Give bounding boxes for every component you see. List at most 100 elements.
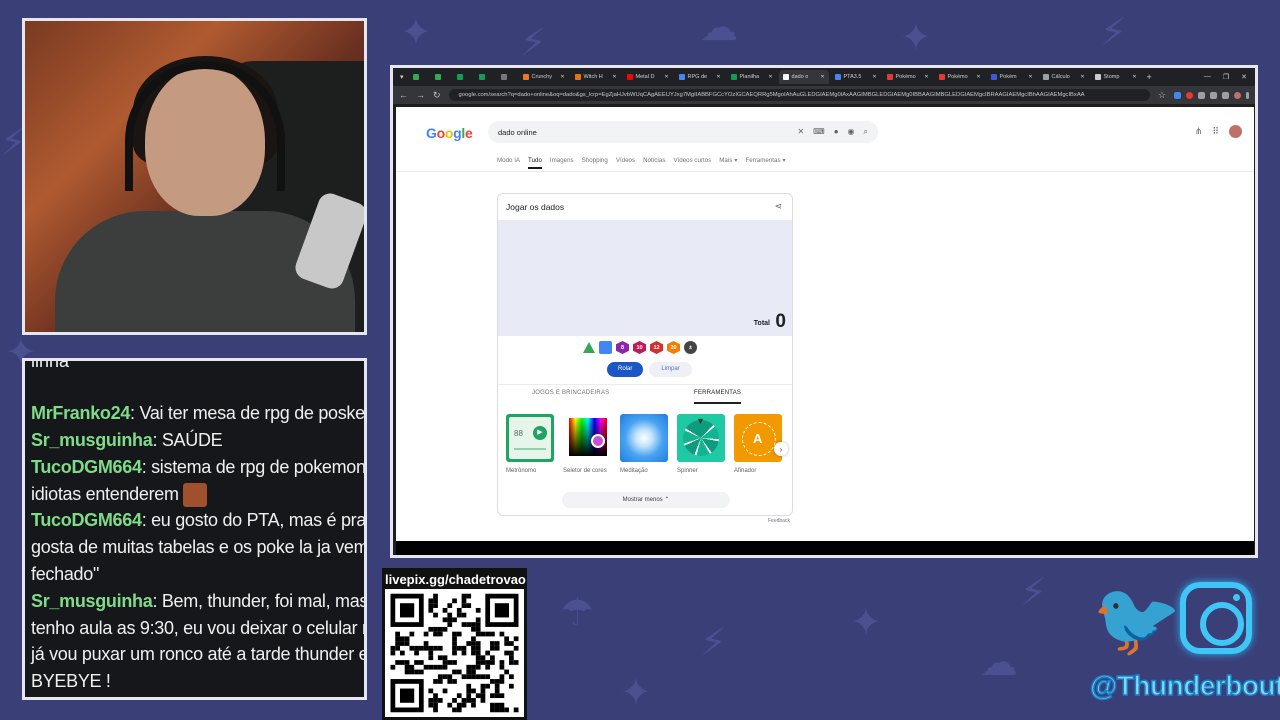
die-option[interactable]: 10 [633, 341, 646, 354]
browser-tab[interactable] [475, 70, 495, 84]
roll-button[interactable]: Rolar [607, 362, 644, 377]
google-logo[interactable]: Google [426, 125, 473, 141]
keyboard-icon[interactable]: ⌨ [813, 127, 825, 137]
tab-imagens[interactable]: Imagens [550, 157, 574, 169]
tab-tudo[interactable]: Tudo [528, 157, 542, 169]
new-tab-icon[interactable]: + [1143, 72, 1156, 82]
tab-favicon-icon [938, 74, 945, 80]
die-option[interactable]: 20 [667, 341, 680, 354]
browser-tab[interactable] [431, 70, 451, 84]
tab-shopping[interactable]: Shopping [582, 157, 608, 169]
feedback-link[interactable]: Feedback [768, 518, 790, 524]
tab-close-icon[interactable]: ✕ [924, 74, 928, 80]
download-icon[interactable] [1222, 91, 1229, 99]
tab-notícias[interactable]: Notícias [643, 157, 665, 169]
tab-close-icon[interactable]: ✕ [976, 74, 980, 80]
profile-avatar[interactable] [1234, 91, 1241, 99]
chat-fragment: linha [31, 358, 70, 371]
lens-icon[interactable]: ◉ [848, 127, 855, 137]
die-option[interactable] [599, 341, 612, 354]
chat-username[interactable]: Sr_musguinha [31, 430, 153, 450]
bookmark-star-icon[interactable]: ☆ [1158, 90, 1166, 101]
browser-tab[interactable]: Planilha ✕ [727, 70, 777, 84]
chat-username[interactable]: TucoDGM664 [31, 457, 142, 477]
tab-vídeos-curtos[interactable]: Vídeos curtos [673, 157, 711, 169]
browser-tab[interactable]: Pokémo ✕ [935, 70, 985, 84]
browser-tab[interactable]: Metal D ✕ [623, 70, 673, 84]
tab-vídeos[interactable]: Vídeos [616, 157, 635, 169]
tab-list-icon[interactable]: ▾ [397, 73, 407, 81]
tab-bar: ▾ Crunchy ✕ Witch H ✕ Metal D ✕ RPG de ✕ Planilh… [393, 68, 1255, 86]
search-icon[interactable]: ⌕ [864, 127, 868, 137]
tab-close-icon[interactable]: ✕ [1080, 74, 1084, 80]
chat-username[interactable]: Sr_musguinha [31, 591, 153, 611]
extensions-puzzle-icon[interactable] [1210, 91, 1217, 99]
tab-label: Pokémo [947, 74, 968, 80]
tab-close-icon[interactable]: ✕ [612, 74, 616, 80]
tab-close-icon[interactable]: ✕ [1028, 74, 1032, 80]
tab-ferramentas[interactable]: Ferramentas [745, 157, 780, 169]
show-less-button[interactable]: Mostrar menos ⌃ [562, 492, 730, 508]
die-option[interactable] [582, 341, 595, 354]
forward-icon[interactable]: → [416, 90, 425, 100]
die-option[interactable]: ± [684, 341, 697, 354]
browser-tab[interactable]: Stomp ✕ [1091, 70, 1141, 84]
tab-close-icon[interactable]: ✕ [664, 74, 668, 80]
browser-tab[interactable]: Pokémo ✕ [883, 70, 933, 84]
minimize-icon[interactable]: — [1204, 73, 1211, 81]
search-box[interactable]: dado online ✕ ⌨ ● ◉ ⌕ [488, 121, 878, 143]
browser-tab[interactable]: dado o ✕ [778, 70, 829, 84]
tab-close-icon[interactable]: ✕ [820, 74, 824, 80]
tool-meditation[interactable]: Meditação [620, 414, 668, 474]
extension-icon[interactable] [1198, 91, 1205, 99]
clear-button[interactable]: Limpar [649, 362, 692, 377]
carousel-next-icon[interactable]: › [774, 442, 788, 456]
account-avatar[interactable] [1229, 125, 1242, 138]
tab-close-icon[interactable]: ✕ [872, 74, 876, 80]
die-option[interactable]: 12 [650, 341, 663, 354]
tab-games[interactable]: JOGOS E BRINCADEIRAS [532, 390, 609, 396]
reload-icon[interactable]: ↻ [433, 90, 441, 101]
close-window-icon[interactable]: ✕ [1241, 73, 1247, 81]
browser-tab[interactable] [453, 70, 473, 84]
tab-mais[interactable]: Mais [719, 157, 732, 169]
tool-color-picker[interactable]: Seletor de cores [563, 414, 611, 474]
apps-grid-icon[interactable]: ⠿ [1212, 126, 1219, 137]
chevron-up-icon: ⌃ [664, 497, 670, 503]
chat-username[interactable]: MrFranko24 [31, 403, 130, 423]
maximize-icon[interactable]: ❐ [1223, 73, 1229, 81]
tab-close-icon[interactable]: ✕ [1132, 74, 1136, 80]
search-input[interactable]: dado online [498, 128, 797, 137]
extension-icon[interactable] [1174, 91, 1181, 99]
share-icon[interactable]: ⋔ [1195, 126, 1203, 137]
back-icon[interactable]: ← [399, 90, 408, 100]
browser-tab[interactable]: Crunchy ✕ [519, 70, 569, 84]
chat-username[interactable]: TucoDGM664 [31, 510, 142, 530]
tab-close-icon[interactable]: ✕ [560, 74, 564, 80]
die-label: 20 [670, 344, 677, 351]
clear-search-icon[interactable]: ✕ [797, 127, 804, 137]
url-field[interactable]: google.com/search?q=dado+online&oq=dado&… [448, 89, 1150, 101]
die-label: 12 [653, 344, 660, 351]
tab-label: Metal D [635, 74, 655, 80]
tab-close-icon[interactable]: ✕ [768, 74, 772, 80]
mic-icon[interactable]: ● [834, 127, 839, 137]
card-share-icon[interactable]: ⋖ [774, 201, 782, 212]
tab-favicon-icon [834, 74, 841, 80]
tab-modo-ia[interactable]: Modo IA [497, 157, 520, 169]
tab-close-icon[interactable]: ✕ [716, 74, 720, 80]
browser-tab[interactable]: Witch H ✕ [571, 70, 621, 84]
browser-tab[interactable]: PTA3.5 ✕ [831, 70, 881, 84]
menu-icon[interactable] [1246, 91, 1249, 99]
tab-favicon-icon [1094, 74, 1101, 80]
browser-tab[interactable] [409, 70, 429, 84]
tool-spinner[interactable]: ▼ Spinner [677, 414, 725, 474]
browser-tab[interactable] [497, 70, 517, 84]
browser-tab[interactable]: RPG de ✕ [675, 70, 725, 84]
tab-tools[interactable]: FERRAMENTAS [694, 390, 742, 404]
browser-tab[interactable]: Pokém ✕ [987, 70, 1037, 84]
extension-icon[interactable] [1186, 91, 1193, 99]
die-option[interactable]: 8 [616, 341, 629, 354]
tool-metronome[interactable]: 88 ▶ Metrônomo [506, 414, 554, 474]
browser-tab[interactable]: Cálculo ✕ [1039, 70, 1089, 84]
